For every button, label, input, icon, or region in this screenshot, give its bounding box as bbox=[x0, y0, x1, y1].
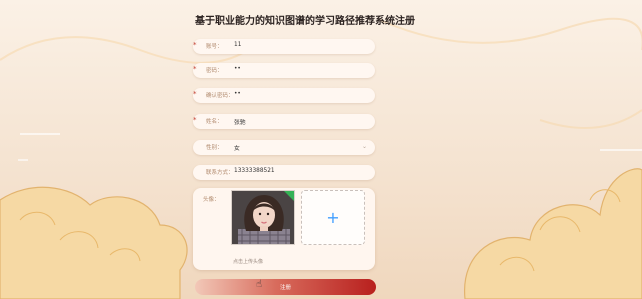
register-button[interactable]: 注册 bbox=[195, 279, 376, 295]
confirm-password-input[interactable]: •• bbox=[234, 91, 241, 97]
contact-row[interactable]: 联系方式： 13333388521 bbox=[193, 165, 375, 180]
account-input[interactable]: 11 bbox=[234, 42, 241, 48]
upload-success-badge bbox=[284, 191, 294, 201]
plus-icon: + bbox=[326, 207, 340, 227]
account-row[interactable]: * 账号： 11 bbox=[193, 39, 375, 54]
required-marker: * bbox=[193, 65, 197, 73]
register-button-label: 注册 bbox=[279, 285, 291, 291]
contact-input[interactable]: 13333388521 bbox=[234, 168, 275, 174]
page-title: 基于职业能力的知识图谱的学习路径推荐系统注册 bbox=[195, 16, 415, 27]
gender-row[interactable]: 性别： 女 ⌄ bbox=[193, 140, 375, 155]
avatar-upload-button[interactable]: + bbox=[301, 190, 365, 245]
required-marker: * bbox=[193, 116, 197, 124]
confirm-password-row[interactable]: * 确认密码： •• bbox=[193, 88, 375, 103]
password-input[interactable]: •• bbox=[234, 66, 241, 72]
gender-select[interactable]: 女 bbox=[234, 143, 240, 152]
required-marker: * bbox=[193, 90, 197, 98]
gender-label: 性别： bbox=[206, 145, 223, 151]
chevron-down-icon[interactable]: ⌄ bbox=[362, 143, 367, 150]
avatar-upload-panel: 头像： + 点击上传头像 bbox=[193, 188, 375, 270]
pointer-cursor-icon: ☝ bbox=[256, 279, 263, 290]
upload-hint: 点击上传头像 bbox=[233, 259, 264, 265]
password-row[interactable]: * 密码： •• bbox=[193, 63, 375, 78]
avatar-label: 头像： bbox=[203, 197, 220, 203]
required-marker: * bbox=[193, 41, 197, 49]
name-input[interactable]: 张驰 bbox=[234, 117, 246, 126]
name-row[interactable]: * 姓名： 张驰 bbox=[193, 114, 375, 129]
avatar-preview[interactable] bbox=[231, 190, 295, 245]
